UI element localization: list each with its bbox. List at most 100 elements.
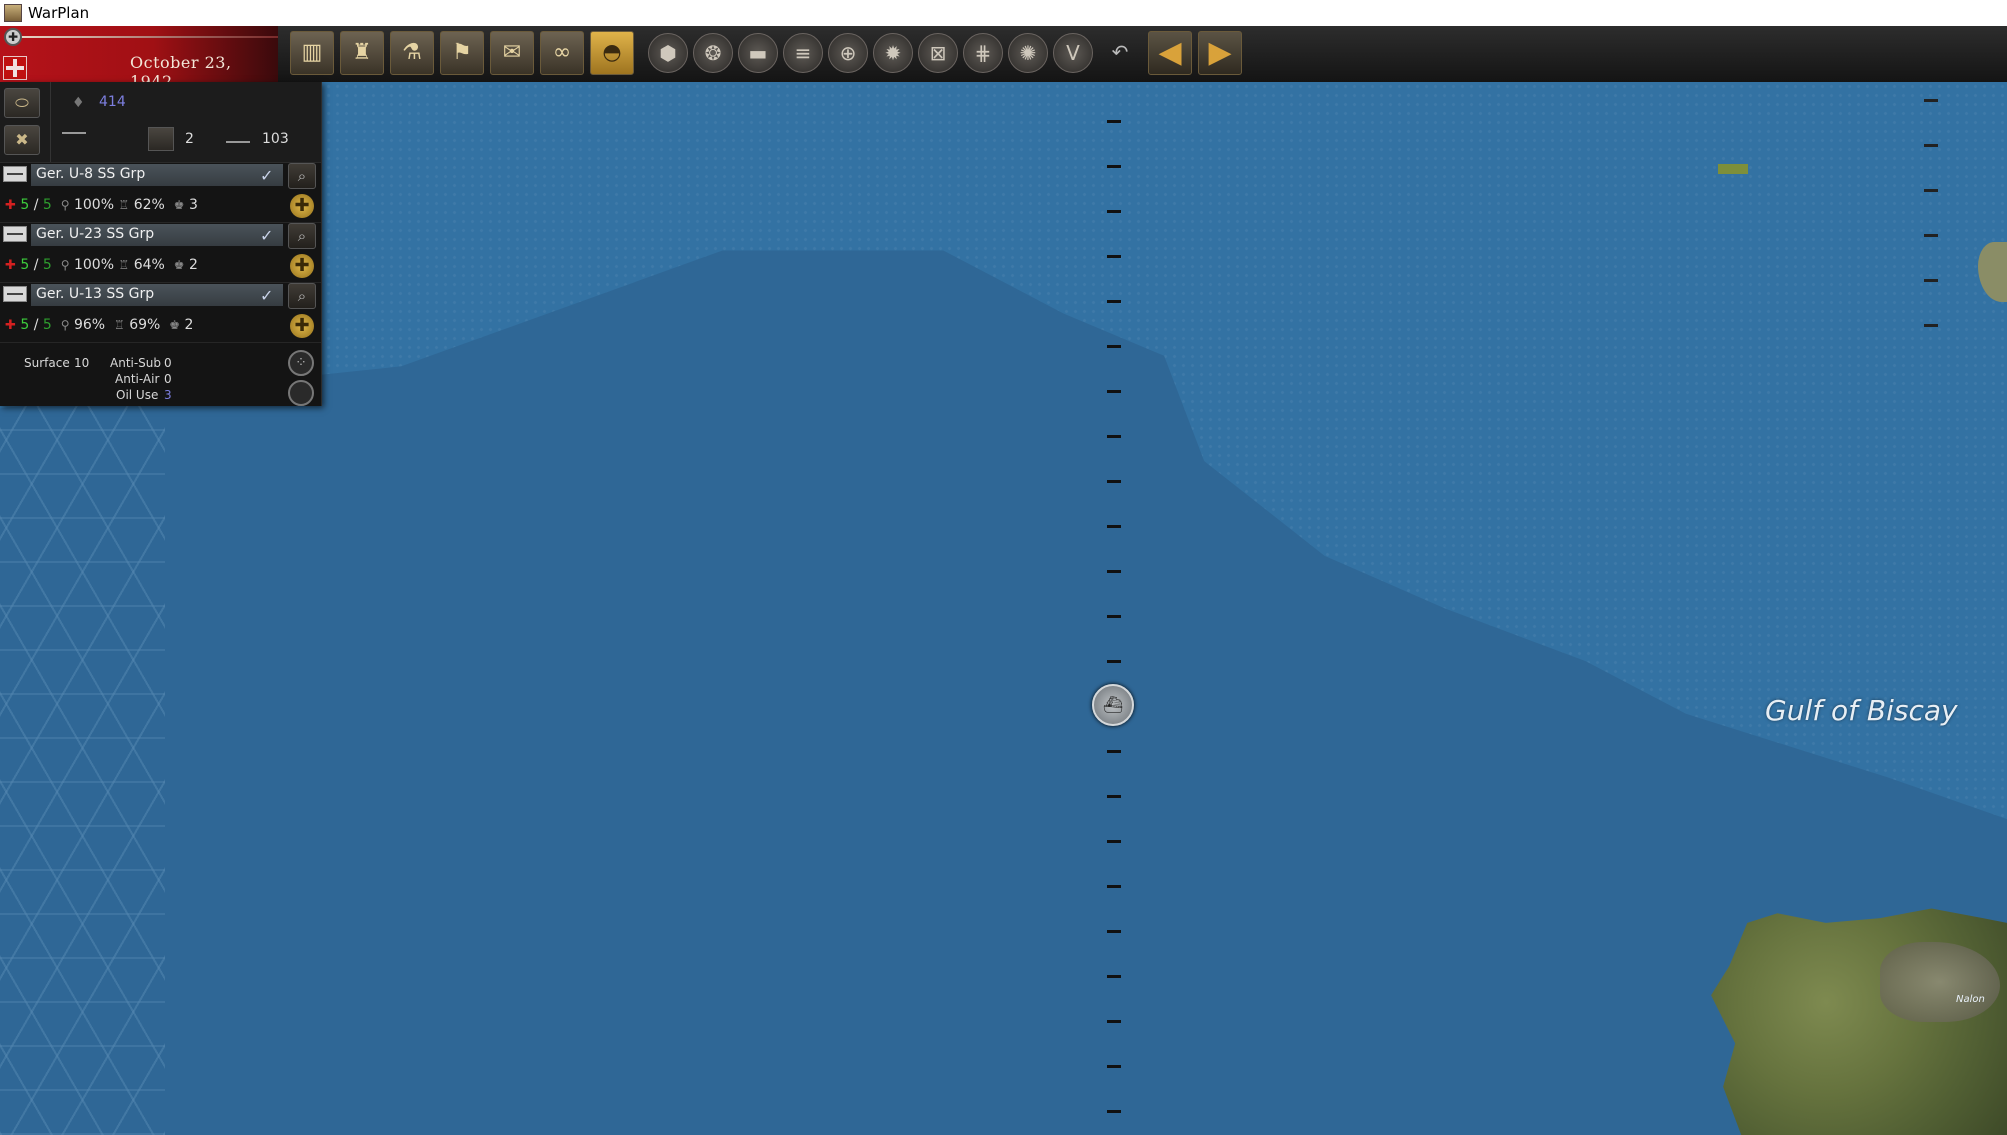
settings-gear-icon[interactable]: ✚ [4,28,22,46]
newspaper-icon: ✉ [502,40,522,65]
oiluse-value: 3 [164,388,172,402]
window-title: WarPlan [28,4,90,22]
units-mode-button[interactable]: ◓ [590,31,634,75]
production-button[interactable]: ▥ [290,31,334,75]
strength-separator: / [33,257,39,273]
convoy-button[interactable]: ▬ [738,33,778,73]
route-marker [1107,795,1121,798]
microscope-icon: ⚗ [402,40,422,65]
unit-row[interactable]: Ger. U-13 SS Grp ✓ ⌕ ✚ ✚ 5 / 5 ⚲ 96% ♖ 6… [0,282,321,343]
supply-value: 96% [73,317,106,333]
route-marker [1924,144,1938,147]
undo-button[interactable]: ↶ [1100,33,1140,73]
antisub-label: Anti-Sub [110,356,162,370]
recon-button[interactable]: ∞ [540,31,584,75]
research-button[interactable]: ⚗ [390,31,434,75]
route-marker [1107,975,1121,978]
range-value: 103 [262,131,289,147]
unit-name[interactable]: Ger. U-13 SS Grp [31,284,283,306]
zoom-to-unit-button[interactable]: ⌕ [288,223,316,249]
zoom-to-unit-button[interactable]: ⌕ [288,163,316,189]
strength-icon: ✚ [5,258,16,273]
unit-name[interactable]: Ger. U-8 SS Grp [31,164,283,186]
magnifier-icon: ⌕ [297,167,307,185]
weather-button[interactable]: ✹ [873,33,913,73]
route-marker [1107,525,1121,528]
experience-icon: ♚ [169,318,181,332]
crosshair-icon: ⊕ [839,41,857,65]
railway-icon: ⋕ [974,41,992,65]
combat-button[interactable]: ✺ [1008,33,1048,73]
tools-icon: ✖ [15,130,29,149]
reports-button[interactable]: ✉ [490,31,534,75]
unit-stats: ✚ 5 / 5 ⚲ 96% ♖ 69% ♚ 2 [5,317,193,333]
readiness-value: 64% [133,257,165,273]
antiair-value: 0 [164,372,172,386]
checkmark-icon: ✓ [260,286,274,305]
experience-icon: ♚ [173,198,185,212]
unit-row[interactable]: Ger. U-8 SS Grp ✓ ⌕ ✚ ✚ 5 / 5 ⚲ 100% ♖ 6… [0,162,321,223]
supply-icon: ⚲ [60,198,70,212]
route-marker [1107,840,1121,843]
patrol-button[interactable] [288,380,314,406]
route-marker [1924,189,1938,192]
arrow-right-icon: ▶ [1208,35,1232,70]
route-marker [1107,120,1121,123]
strength-current: 5 [20,257,30,273]
panel-header: ⬭ ✖ ♦ 414 2 103 [0,82,321,163]
plus-icon: ✚ [294,315,310,336]
readiness-icon: ♖ [118,198,130,212]
ship-count: 2 [185,131,194,147]
map-icon: ⊠ [929,41,947,65]
antiair-label: Anti-Air [115,372,160,386]
plus-icon: ✚ [294,255,310,276]
hex-mode-button[interactable]: ⬢ [648,33,688,73]
nation-flag-icon[interactable] [3,56,27,80]
strength-max: 5 [42,197,52,213]
repair-button[interactable]: ✖ [4,125,40,155]
distant-land [1718,164,1748,174]
victory-button[interactable]: V [1053,33,1093,73]
reinforce-button[interactable]: ✚ [290,194,314,218]
resources-button[interactable]: ≡ [783,33,823,73]
formation-button[interactable]: ⁘ [288,350,314,376]
submarine-unit-counter[interactable]: ⛴ [1092,684,1134,726]
zoom-to-unit-button[interactable]: ⌕ [288,283,316,309]
target-button[interactable]: ⊕ [828,33,868,73]
next-unit-button[interactable]: ▶ [1198,31,1242,75]
readiness-value: 62% [133,197,165,213]
unit-type-button[interactable]: ⬭ [4,88,40,118]
top-toolbar: ✚ October 23, 1942 ▥ ♜ ⚗ ⚑ ✉ ∞ ◓ ⬢ ❂ ▬ ≡… [0,26,2007,91]
sea-region-label: Gulf of Biscay [1765,694,1958,727]
range-ship-icon [226,141,250,143]
strength-max: 5 [42,257,52,273]
dots-icon: ⁘ [295,355,307,371]
reinforce-button[interactable]: ✚ [290,254,314,278]
strength-separator: / [33,317,39,333]
tank-icon: ▬ [748,41,768,65]
experience-value: 3 [188,197,198,213]
rail-button[interactable]: ⋕ [963,33,1003,73]
hex-cluster-icon: ❂ [704,41,722,65]
unit-stack-panel: ⬭ ✖ ♦ 414 2 103 Ger. U-8 SS Grp ✓ ⌕ ✚ ✚ … [0,82,322,406]
oil-drop-icon: ♦ [72,95,85,111]
hex-grid-button[interactable]: ❂ [693,33,733,73]
supply-button[interactable]: ♜ [340,31,384,75]
coins-icon: ≡ [794,41,812,65]
route-marker [1107,210,1121,213]
reinforce-button[interactable]: ✚ [290,314,314,338]
route-marker [1107,1065,1121,1068]
previous-unit-button[interactable]: ◀ [1148,31,1192,75]
supply-value: 100% [73,197,115,213]
hexagon-icon: ⬭ [15,93,29,112]
supply-icon: ♜ [352,40,372,65]
strength-current: 5 [20,317,30,333]
banner-line [18,36,278,38]
unit-row[interactable]: Ger. U-23 SS Grp ✓ ⌕ ✚ ✚ 5 / 5 ⚲ 100% ♖ … [0,222,321,283]
diplomacy-button[interactable]: ⚑ [440,31,484,75]
checkmark-icon: ✓ [260,226,274,245]
map-layer-button[interactable]: ⊠ [918,33,958,73]
plus-icon: ✚ [294,195,310,216]
stack-summary: Surface 10 Anti-Sub 0 Anti-Air 0 Oil Use… [0,344,321,406]
unit-name[interactable]: Ger. U-23 SS Grp [31,224,283,246]
